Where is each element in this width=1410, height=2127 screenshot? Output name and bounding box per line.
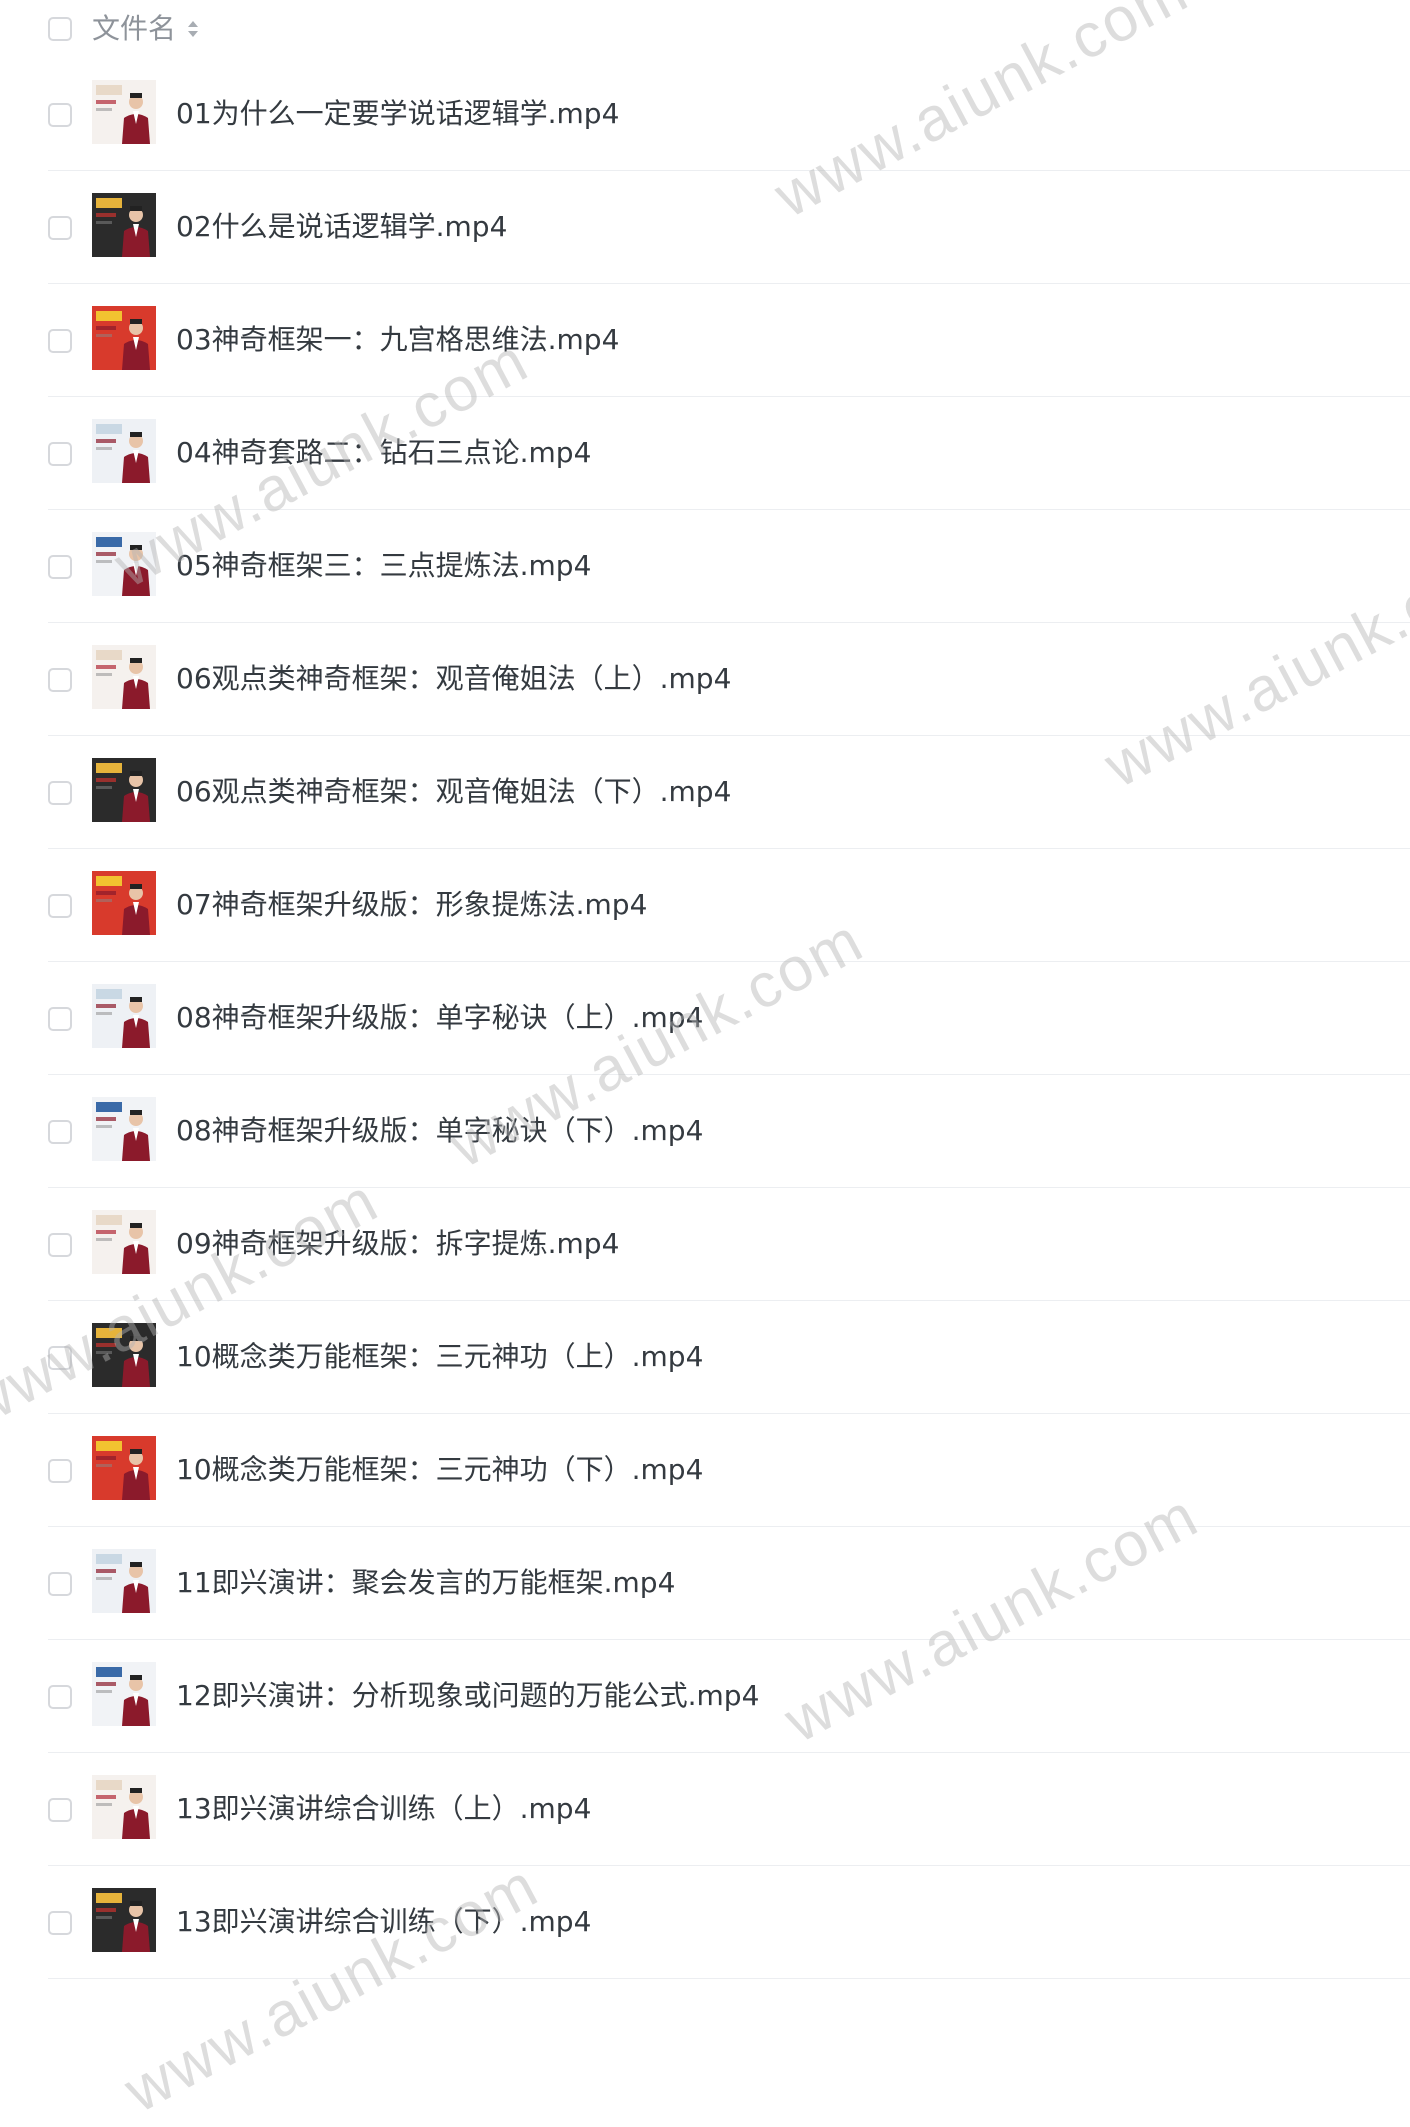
presenter-thumbnail-icon: [92, 645, 156, 709]
file-name[interactable]: 10概念类万能框架：三元神功（上）.mp4: [176, 1337, 703, 1377]
presenter-thumbnail-icon: [92, 419, 156, 483]
presenter-thumbnail-icon: [92, 984, 156, 1048]
video-thumbnail[interactable]: [92, 419, 156, 483]
video-thumbnail[interactable]: [92, 306, 156, 370]
presenter-thumbnail-icon: [92, 1775, 156, 1839]
file-row[interactable]: 13即兴演讲综合训练（下）.mp4: [48, 1866, 1410, 1979]
file-row[interactable]: 09神奇框架升级版：拆字提炼.mp4: [48, 1188, 1410, 1301]
video-thumbnail[interactable]: [92, 193, 156, 257]
video-thumbnail[interactable]: [92, 984, 156, 1048]
file-name[interactable]: 08神奇框架升级版：单字秘诀（下）.mp4: [176, 1111, 703, 1151]
file-checkbox[interactable]: [48, 1007, 72, 1031]
presenter-thumbnail-icon: [92, 871, 156, 935]
presenter-thumbnail-icon: [92, 193, 156, 257]
file-name[interactable]: 11即兴演讲：聚会发言的万能框架.mp4: [176, 1563, 675, 1603]
presenter-thumbnail-icon: [92, 1323, 156, 1387]
file-checkbox[interactable]: [48, 1911, 72, 1935]
file-row[interactable]: 03神奇框架一：九宫格思维法.mp4: [48, 284, 1410, 397]
file-name[interactable]: 08神奇框架升级版：单字秘诀（上）.mp4: [176, 998, 703, 1038]
presenter-thumbnail-icon: [92, 1662, 156, 1726]
file-checkbox[interactable]: [48, 781, 72, 805]
file-name[interactable]: 02什么是说话逻辑学.mp4: [176, 207, 507, 247]
file-name[interactable]: 06观点类神奇框架：观音俺姐法（下）.mp4: [176, 772, 731, 812]
file-row[interactable]: 01为什么一定要学说话逻辑学.mp4: [48, 58, 1410, 171]
file-name[interactable]: 10概念类万能框架：三元神功（下）.mp4: [176, 1450, 703, 1490]
video-thumbnail[interactable]: [92, 1210, 156, 1274]
file-row[interactable]: 12即兴演讲：分析现象或问题的万能公式.mp4: [48, 1640, 1410, 1753]
video-thumbnail[interactable]: [92, 758, 156, 822]
file-name[interactable]: 12即兴演讲：分析现象或问题的万能公式.mp4: [176, 1676, 759, 1716]
video-thumbnail[interactable]: [92, 1323, 156, 1387]
video-thumbnail[interactable]: [92, 80, 156, 144]
presenter-thumbnail-icon: [92, 306, 156, 370]
video-thumbnail[interactable]: [92, 1436, 156, 1500]
presenter-thumbnail-icon: [92, 1549, 156, 1613]
file-row[interactable]: 04神奇套路二：钻石三点论.mp4: [48, 397, 1410, 510]
filename-column-header[interactable]: 文件名: [92, 10, 176, 48]
file-checkbox[interactable]: [48, 668, 72, 692]
file-name[interactable]: 04神奇套路二：钻石三点论.mp4: [176, 433, 591, 473]
file-name[interactable]: 13即兴演讲综合训练（上）.mp4: [176, 1789, 591, 1829]
presenter-thumbnail-icon: [92, 1436, 156, 1500]
file-checkbox[interactable]: [48, 1346, 72, 1370]
file-row[interactable]: 10概念类万能框架：三元神功（下）.mp4: [48, 1414, 1410, 1527]
file-checkbox[interactable]: [48, 1572, 72, 1596]
file-checkbox[interactable]: [48, 1685, 72, 1709]
file-rows: 01为什么一定要学说话逻辑学.mp4 02什么是说话逻辑学.mp4 03神奇框架一：…: [0, 58, 1410, 1979]
video-thumbnail[interactable]: [92, 532, 156, 596]
file-name[interactable]: 13即兴演讲综合训练（下）.mp4: [176, 1902, 591, 1942]
file-row[interactable]: 07神奇框架升级版：形象提炼法.mp4: [48, 849, 1410, 962]
list-header: 文件名: [0, 0, 1410, 58]
file-checkbox[interactable]: [48, 1459, 72, 1483]
sort-icon[interactable]: [186, 18, 200, 40]
presenter-thumbnail-icon: [92, 532, 156, 596]
video-thumbnail[interactable]: [92, 1097, 156, 1161]
file-row[interactable]: 13即兴演讲综合训练（上）.mp4: [48, 1753, 1410, 1866]
file-row[interactable]: 11即兴演讲：聚会发言的万能框架.mp4: [48, 1527, 1410, 1640]
video-thumbnail[interactable]: [92, 645, 156, 709]
file-row[interactable]: 06观点类神奇框架：观音俺姐法（下）.mp4: [48, 736, 1410, 849]
file-row[interactable]: 05神奇框架三：三点提炼法.mp4: [48, 510, 1410, 623]
file-checkbox[interactable]: [48, 1233, 72, 1257]
video-thumbnail[interactable]: [92, 1662, 156, 1726]
file-name[interactable]: 06观点类神奇框架：观音俺姐法（上）.mp4: [176, 659, 731, 699]
presenter-thumbnail-icon: [92, 758, 156, 822]
file-name[interactable]: 05神奇框架三：三点提炼法.mp4: [176, 546, 591, 586]
file-name[interactable]: 07神奇框架升级版：形象提炼法.mp4: [176, 885, 647, 925]
video-thumbnail[interactable]: [92, 1549, 156, 1613]
presenter-thumbnail-icon: [92, 1097, 156, 1161]
file-row[interactable]: 08神奇框架升级版：单字秘诀（上）.mp4: [48, 962, 1410, 1075]
video-thumbnail[interactable]: [92, 1775, 156, 1839]
file-row[interactable]: 06观点类神奇框架：观音俺姐法（上）.mp4: [48, 623, 1410, 736]
file-list: 文件名 01为什么一定要学说话逻辑学.mp4 02什么是说话逻辑学.mp4 03神奇…: [0, 0, 1410, 1979]
file-checkbox[interactable]: [48, 216, 72, 240]
file-checkbox[interactable]: [48, 329, 72, 353]
file-name[interactable]: 01为什么一定要学说话逻辑学.mp4: [176, 94, 619, 134]
file-row[interactable]: 08神奇框架升级版：单字秘诀（下）.mp4: [48, 1075, 1410, 1188]
file-checkbox[interactable]: [48, 555, 72, 579]
video-thumbnail[interactable]: [92, 871, 156, 935]
file-row[interactable]: 02什么是说话逻辑学.mp4: [48, 171, 1410, 284]
file-checkbox[interactable]: [48, 1798, 72, 1822]
presenter-thumbnail-icon: [92, 1888, 156, 1952]
file-checkbox[interactable]: [48, 1120, 72, 1144]
file-name[interactable]: 09神奇框架升级版：拆字提炼.mp4: [176, 1224, 619, 1264]
file-checkbox[interactable]: [48, 894, 72, 918]
video-thumbnail[interactable]: [92, 1888, 156, 1952]
file-name[interactable]: 03神奇框架一：九宫格思维法.mp4: [176, 320, 619, 360]
file-row[interactable]: 10概念类万能框架：三元神功（上）.mp4: [48, 1301, 1410, 1414]
presenter-thumbnail-icon: [92, 1210, 156, 1274]
file-checkbox[interactable]: [48, 442, 72, 466]
file-checkbox[interactable]: [48, 103, 72, 127]
presenter-thumbnail-icon: [92, 80, 156, 144]
select-all-checkbox[interactable]: [48, 17, 72, 41]
